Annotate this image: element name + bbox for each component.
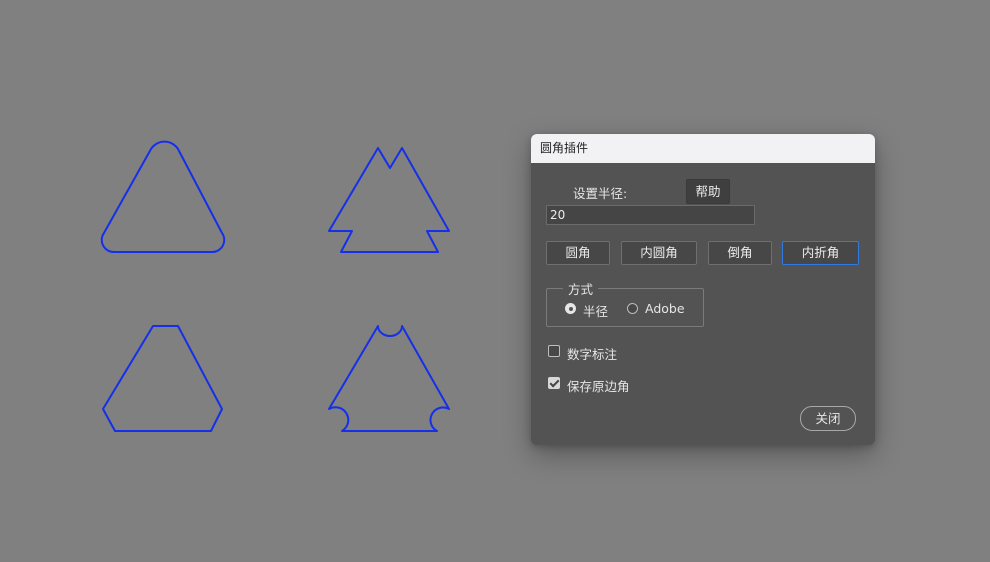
radius-label: 设置半径:	[573, 186, 628, 201]
adobe-mode-radio[interactable]	[627, 303, 638, 314]
rounded-triangle-shape[interactable]	[100, 140, 226, 254]
keep-original-checkbox-label: 保存原边角	[567, 379, 630, 394]
radius-mode-label: 半径	[583, 304, 609, 319]
help-button[interactable]: 帮助	[686, 179, 730, 204]
round-button[interactable]: 圆角	[546, 241, 610, 265]
inner-fold-button[interactable]: 内折角	[782, 241, 859, 265]
chamfered-triangle-shape[interactable]	[102, 325, 223, 432]
inner-fold-triangle-shape[interactable]	[328, 147, 450, 253]
adobe-mode-label: Adobe	[645, 301, 685, 316]
inner-rounded-triangle-shape[interactable]	[328, 325, 450, 432]
number-label-checkbox[interactable]	[548, 345, 560, 357]
chamfer-button[interactable]: 倒角	[708, 241, 772, 265]
radius-input[interactable]: 20	[546, 205, 755, 225]
round-corner-plugin-dialog: 圆角插件 设置半径: 帮助 20 圆角 内圆角 倒角 内折角 方式 半径 Ado…	[531, 134, 875, 445]
close-button[interactable]: 关闭	[800, 406, 856, 431]
mode-group-legend: 方式	[563, 279, 599, 298]
keep-original-checkbox[interactable]	[548, 377, 560, 389]
dialog-title: 圆角插件	[531, 134, 875, 163]
number-label-checkbox-label: 数字标注	[567, 347, 618, 362]
inner-round-button[interactable]: 内圆角	[621, 241, 697, 265]
radius-mode-radio[interactable]	[565, 303, 576, 314]
